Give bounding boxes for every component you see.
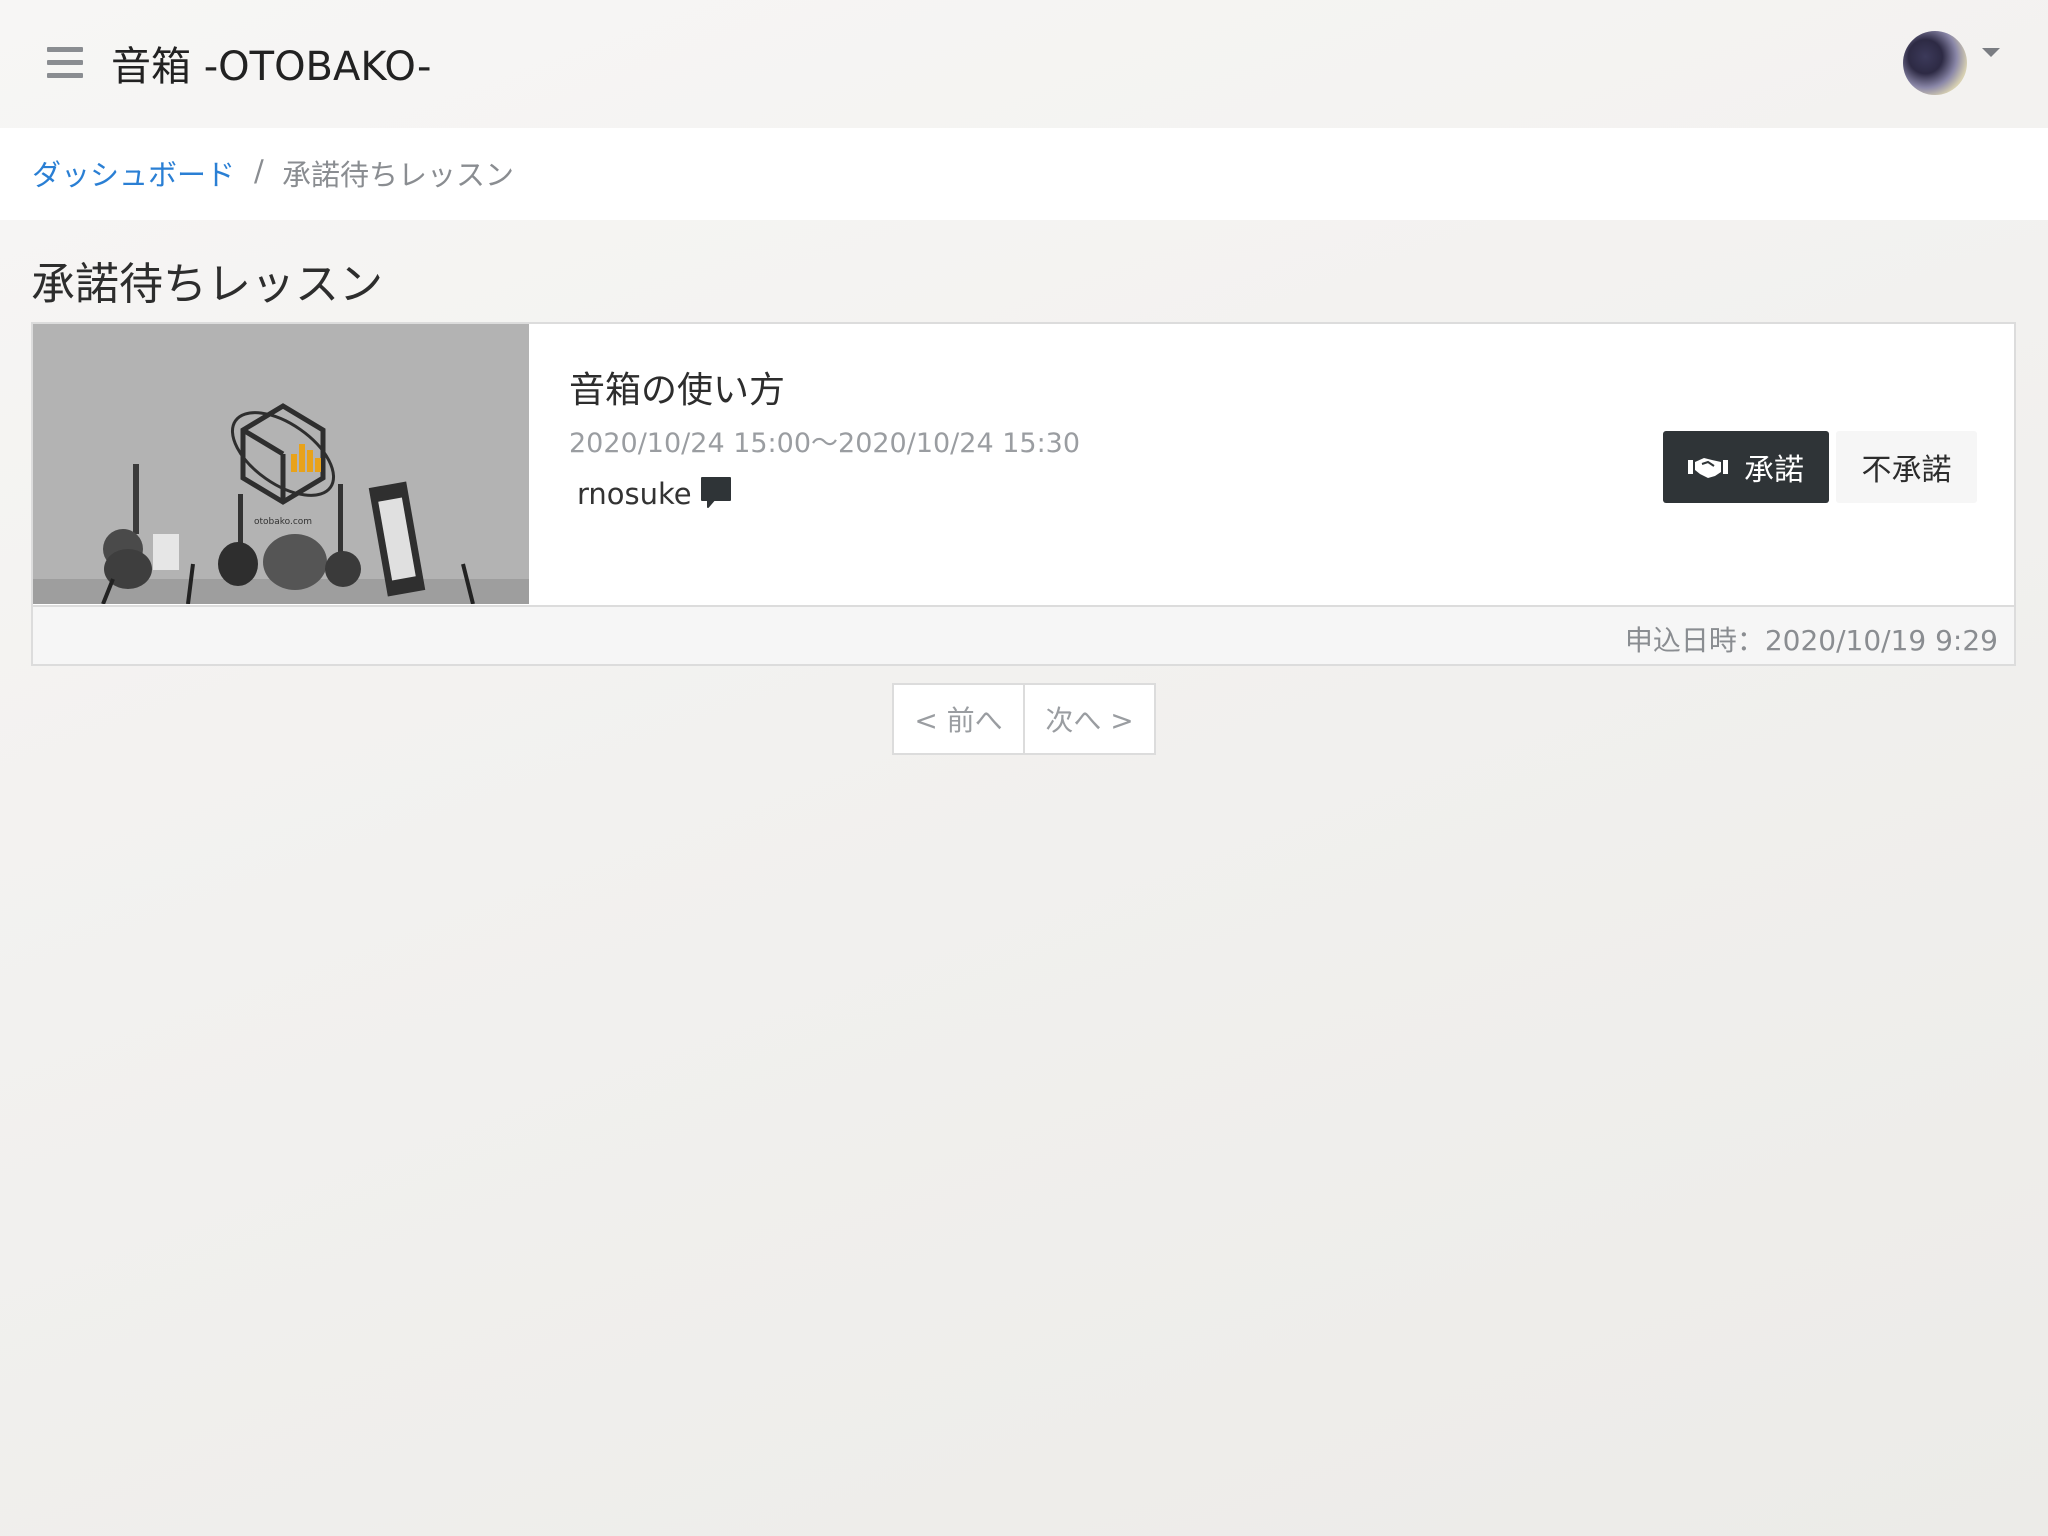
lesson-title[interactable]: 音箱の使い方 (569, 361, 785, 413)
next-page-button[interactable]: 次へ > (1023, 685, 1154, 753)
breadcrumb-separator: / (254, 154, 264, 188)
thumbnail-caption: otobako.com (254, 517, 312, 527)
user-avatar[interactable] (1903, 31, 1967, 95)
lesson-card: otobako.com 音箱の使い方 2020/10/24 15:00〜2020… (31, 322, 2016, 666)
menu-icon[interactable] (47, 47, 83, 79)
app-header: 音箱 -OTOBAKO- (0, 0, 2048, 128)
prev-page-button[interactable]: < 前へ (894, 685, 1023, 753)
app-title[interactable]: 音箱 -OTOBAKO- (111, 34, 431, 92)
lesson-thumbnail[interactable]: otobako.com (33, 324, 529, 604)
breadcrumb-current: 承諾待ちレッスン (282, 158, 515, 192)
approve-label: 承諾 (1744, 453, 1804, 488)
handshake-icon (1688, 458, 1728, 478)
lesson-user[interactable]: rnosuke (577, 477, 692, 511)
message-icon[interactable] (700, 476, 732, 510)
pagination: < 前へ 次へ > (892, 683, 1156, 755)
reject-button[interactable]: 不承諾 (1836, 431, 1977, 503)
card-footer: 申込日時：2020/10/19 9:29 (33, 605, 2014, 664)
reject-label: 不承諾 (1861, 453, 1952, 488)
thumbnail-image: otobako.com (33, 324, 529, 604)
page-title: 承諾待ちレッスン (31, 259, 383, 310)
breadcrumb-dashboard-link[interactable]: ダッシュボード (32, 152, 235, 194)
applied-datetime: 申込日時：2020/10/19 9:29 (1624, 624, 1998, 657)
chevron-down-icon[interactable] (1982, 48, 2000, 57)
lesson-time: 2020/10/24 15:00〜2020/10/24 15:30 (569, 428, 1081, 459)
approve-button[interactable]: 承諾 (1663, 431, 1829, 503)
